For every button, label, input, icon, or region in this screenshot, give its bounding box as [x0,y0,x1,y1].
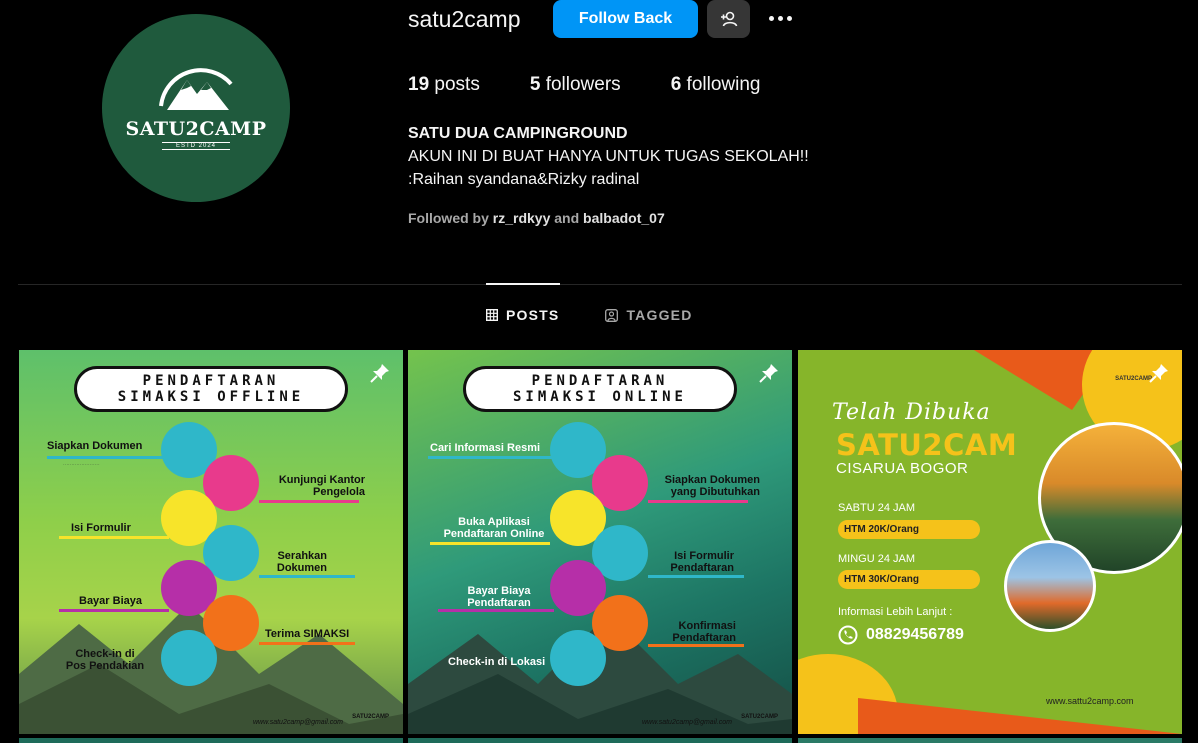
stat-followers[interactable]: 5 followers [530,74,621,96]
add-person-icon [720,11,737,27]
post-title-line: SIMAKSI ONLINE [512,389,687,405]
step-bar [59,536,169,539]
followed-and: and [554,210,580,226]
tab-tagged[interactable]: TAGGED [605,307,692,323]
tab-tagged-label: TAGGED [626,307,693,323]
step-bar [259,642,355,645]
post-thumbnail-partial[interactable] [408,738,792,743]
post-title-line: PENDAFTARAN [142,373,280,389]
post-thumbnail[interactable]: PENDAFTARAN SIMAKSI OFFLINE Siapkan Doku… [19,350,403,734]
posts-count: 19 [408,74,430,95]
pinned-icon [370,364,389,383]
post-thumbnail-partial[interactable] [19,738,403,743]
post-thumbnail[interactable]: PENDAFTARAN SIMAKSI ONLINE Cari Informas… [408,350,792,734]
step-bar [259,500,359,503]
phone-number: 08829456789 [866,626,964,643]
post-title: PENDAFTARAN SIMAKSI OFFLINE [74,366,348,412]
info-label: Informasi Lebih Lanjut : [838,606,953,618]
tent-photo [1004,540,1096,632]
bio-line: :Raihan syandana&Rizky radinal [408,171,640,188]
post-title: PENDAFTARAN SIMAKSI ONLINE [463,366,737,412]
tabs-divider [18,284,1182,285]
follow-back-button[interactable]: Follow Back [553,0,698,38]
step-label: Siapkan Dokumen yang Dibutuhkan [664,474,760,498]
profile-avatar[interactable]: SATU2CAMP ESTD 2024 [102,14,290,202]
step-bar [428,456,554,459]
step-bar [648,644,744,647]
post-title-line: SIMAKSI OFFLINE [117,389,305,405]
grid-icon [486,309,498,321]
suggested-users-button[interactable] [707,0,750,38]
step-bar [438,609,554,612]
step-label: Bayar Biaya [79,595,142,607]
tab-posts-label: POSTS [506,307,560,323]
step-bar [47,456,167,459]
pinned-icon [1149,364,1168,383]
tag-icon [605,308,619,322]
profile-tabs: POSTS TAGGED [486,307,693,323]
posts-label: posts [434,74,480,95]
post-email: www.satu2camp@gmail.com [253,719,343,726]
post-brand: SATU2CAMP [1115,376,1152,382]
post-script-heading: Telah Dibuka [832,400,991,425]
step-label: Check-in di Pos Pendakian [65,648,145,672]
step-bar [648,575,744,578]
phone-row: 08829456789 [838,625,964,645]
followed-user-link[interactable]: balbadot_07 [583,210,665,226]
step-illustration [550,630,606,686]
step-bar [430,542,550,545]
profile-username: satu2camp [408,6,521,32]
bio-name: SATU DUA CAMPINGROUND [408,125,628,142]
following-label: following [686,74,761,95]
step-bar [648,500,748,503]
step-label: Kunjungi Kantor Pengelola [278,474,365,498]
post-thumbnail-partial[interactable] [798,738,1182,743]
step-illustration [161,630,217,686]
profile-bio: SATU DUA CAMPINGROUND AKUN INI DI BUAT H… [408,122,809,191]
following-count: 6 [670,74,682,95]
phone-icon [838,625,858,645]
post-heading: SATU2CAM [836,428,1018,462]
followers-label: followers [545,74,621,95]
bio-line: AKUN INI DI BUAT HANYA UNTUK TUGAS SEKOL… [408,148,809,165]
step-text: ······················ [63,462,100,468]
price-badge: HTM 20K/Orang [838,520,980,539]
followers-count: 5 [529,74,541,95]
post-email: www.satu2camp@gmail.com [642,719,732,726]
step-label: Terima SIMAKSI [265,628,350,640]
more-options-icon[interactable] [762,5,798,31]
post-brand: SATU2CAMP [352,714,389,720]
profile-stats: 19 posts 5 followers 6 following [408,74,810,96]
followed-prefix: Followed by [408,210,489,226]
post-title-line: PENDAFTARAN [531,373,669,389]
post-thumbnail[interactable]: Telah Dibuka SATU2CAM CISARUA BOGOR SABT… [798,350,1182,734]
step-label: Buka Aplikasi Pendaftaran Online [443,516,545,540]
mountain-logo-icon [159,68,233,110]
step-bar [59,609,169,612]
schedule-day: SABTU 24 JAM [838,502,916,514]
followed-by[interactable]: Followed by rz_rdkyy and balbadot_07 [408,210,665,226]
step-label: Siapkan Dokumen [47,440,143,452]
active-tab-indicator [486,283,560,285]
step-label: Isi Formulir Pendaftaran [670,550,734,574]
step-label: Isi Formulir [71,522,131,534]
step-label: Bayar Biaya Pendaftaran [467,585,531,609]
avatar-subtext: ESTD 2024 [161,142,231,150]
price-badge: HTM 30K/Orang [838,570,980,589]
step-label: Konfirmasi Pendaftaran [672,620,736,644]
pinned-icon [759,364,778,383]
followed-user-link[interactable]: rz_rdkyy [493,210,551,226]
step-bar [259,575,355,578]
stat-following[interactable]: 6 following [671,74,761,96]
step-label: Check-in di Lokasi [448,656,546,668]
post-website: www.sattu2camp.com [1046,696,1134,706]
post-brand: SATU2CAMP [741,714,778,720]
post-location: CISARUA BOGOR [836,460,969,477]
step-label: Cari Informasi Resmi [430,442,541,454]
stat-posts[interactable]: 19 posts [408,74,480,96]
tab-posts[interactable]: POSTS [486,307,559,323]
step-label: Serahkan Dokumen [276,550,327,574]
schedule-day: MINGU 24 JAM [838,553,916,565]
avatar-brand-text: SATU2CAMP [125,118,267,140]
